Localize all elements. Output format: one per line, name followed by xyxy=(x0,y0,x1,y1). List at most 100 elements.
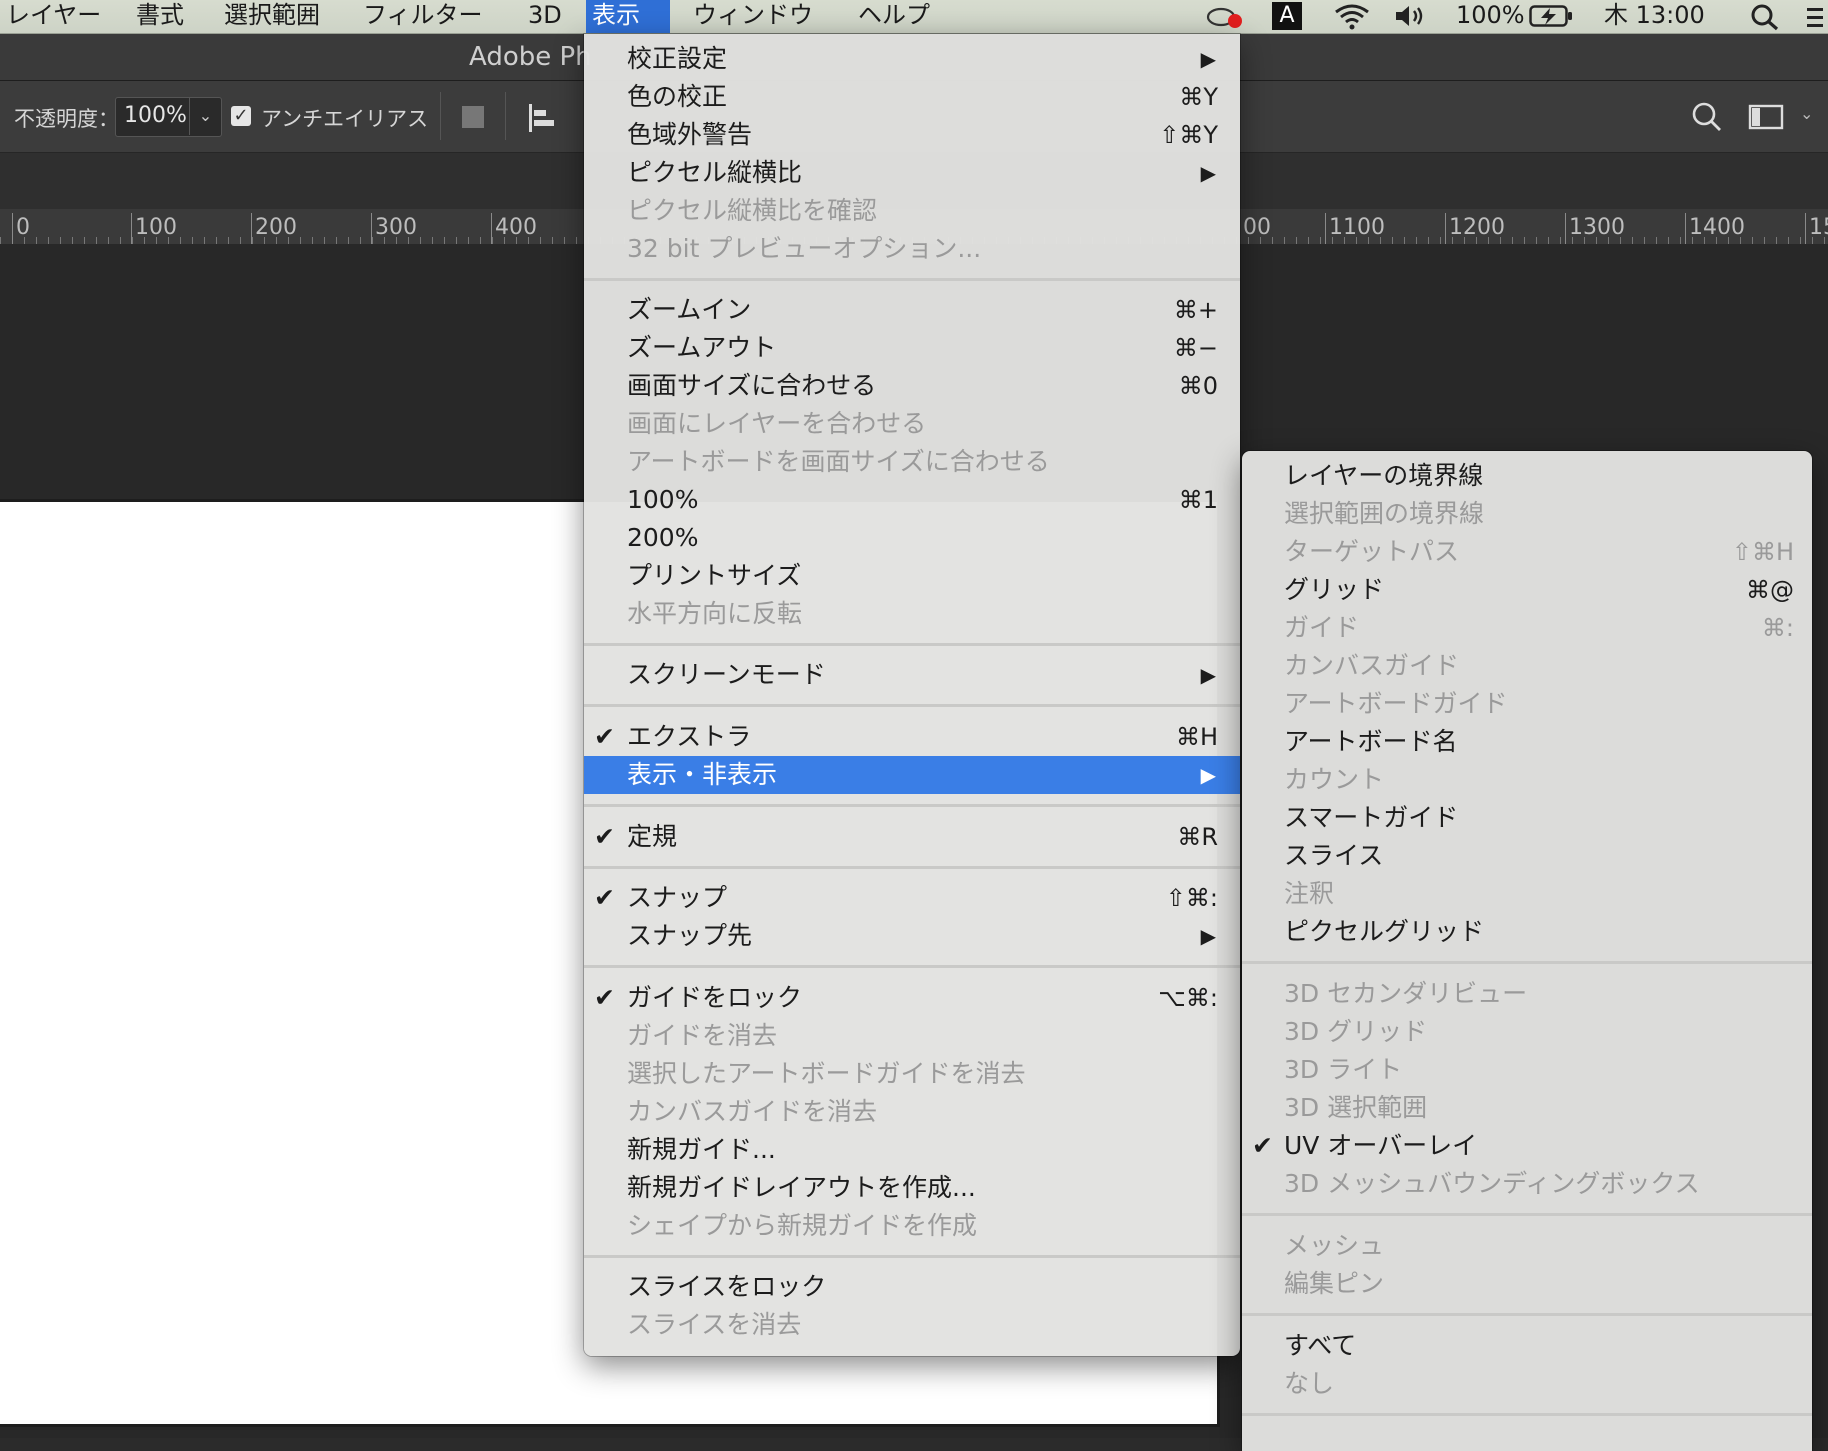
submenu-item-artboard-names[interactable]: アートボード名 xyxy=(1242,723,1812,761)
menu-item-label: アートボード名 xyxy=(1284,727,1458,756)
menubar-item-3d[interactable]: 3D xyxy=(522,0,568,33)
submenu-item-layer-edges[interactable]: レイヤーの境界線 xyxy=(1242,457,1812,495)
submenu-arrow-icon: ▶ xyxy=(1200,663,1216,687)
submenu-item-all[interactable]: すべて xyxy=(1242,1327,1812,1365)
submenu-item-smart-guides[interactable]: スマートガイド xyxy=(1242,799,1812,837)
ruler-major-tick xyxy=(1565,213,1566,244)
menu-item-shortcut: ⌘+ xyxy=(1173,296,1218,324)
menu-separator xyxy=(584,704,1240,707)
workspace-layout-icon[interactable] xyxy=(1748,103,1784,131)
submenu-item-count: カウント xyxy=(1242,761,1812,799)
menubar-item-select[interactable]: 選択範囲 xyxy=(218,0,326,33)
opacity-value[interactable]: 100% xyxy=(124,103,187,128)
menu-item-100-percent[interactable]: 100% ⌘1 xyxy=(584,481,1240,519)
opacity-dropdown-chevron-icon[interactable]: ⌄ xyxy=(189,97,221,135)
menu-item-label: 色の校正 xyxy=(627,82,728,111)
menu-item-label: ピクセル縦横比 xyxy=(627,158,803,187)
align-left-icon[interactable] xyxy=(525,101,559,135)
submenu-item-grid[interactable]: グリッド ⌘@ xyxy=(1242,571,1812,609)
menubar-item-view[interactable]: 表示 xyxy=(586,0,670,33)
ruler-major-tick xyxy=(491,213,492,244)
submenu-item-pixel-grid[interactable]: ピクセルグリッド xyxy=(1242,913,1812,951)
menu-item-snap-to[interactable]: スナップ先 ▶ xyxy=(584,917,1240,955)
menu-separator xyxy=(1242,1213,1812,1216)
menu-item-shortcut: ⌘0 xyxy=(1178,372,1218,400)
submenu-item-edit-pins: 編集ピン xyxy=(1242,1265,1812,1303)
menubar-item-help[interactable]: ヘルプ xyxy=(852,0,936,33)
menu-item-proof-setup[interactable]: 校正設定 ▶ xyxy=(584,40,1240,78)
menu-item-label: ズームアウト xyxy=(627,333,777,362)
submenu-item-uv-overlay[interactable]: ✔ UV オーバーレイ xyxy=(1242,1127,1812,1165)
menu-item-label: すべて xyxy=(1284,1331,1357,1360)
ruler-major-tick xyxy=(131,213,132,244)
submenu-item-slices[interactable]: スライス xyxy=(1242,837,1812,875)
menu-item-screen-mode[interactable]: スクリーンモード ▶ xyxy=(584,656,1240,694)
menu-item-shortcut: ⌘H xyxy=(1175,723,1218,751)
volume-icon[interactable] xyxy=(1393,3,1431,36)
menu-item-snap[interactable]: ✔ スナップ ⇧⌘: xyxy=(584,879,1240,917)
menu-item-label: ターゲットパス xyxy=(1284,537,1460,566)
menu-item-gamut-warning[interactable]: 色域外警告 ⇧⌘Y xyxy=(584,116,1240,154)
clock[interactable]: 木 13:00 xyxy=(1604,0,1705,33)
menu-item-label: 3D セカンダリビュー xyxy=(1284,979,1528,1008)
menu-item-new-guide[interactable]: 新規ガイド... xyxy=(584,1131,1240,1169)
menu-item-label: 3D メッシュバウンディングボックス xyxy=(1284,1169,1700,1198)
submenu-item-none: なし xyxy=(1242,1365,1812,1403)
fill-swatch[interactable] xyxy=(462,106,484,128)
menu-item-label: グリッド xyxy=(1284,575,1385,604)
menu-item-print-size[interactable]: プリントサイズ xyxy=(584,557,1240,595)
menubar-item-layer[interactable]: レイヤー xyxy=(0,0,107,33)
menu-item-label: スライスを消去 xyxy=(627,1310,802,1339)
spotlight-search-icon[interactable] xyxy=(1750,3,1780,36)
submenu-item-3d-selection: 3D 選択範囲 xyxy=(1242,1089,1812,1127)
menu-item-zoom-in[interactable]: ズームイン ⌘+ xyxy=(584,291,1240,329)
ruler-label: 400 xyxy=(495,215,537,240)
workspace-chevron-down-icon[interactable]: ⌄ xyxy=(1800,104,1813,123)
antialias-checkbox[interactable]: ✓ xyxy=(231,106,251,126)
menu-item-label: 新規ガイドレイアウトを作成... xyxy=(627,1173,976,1202)
menu-item-extras[interactable]: ✔ エクストラ ⌘H xyxy=(584,718,1240,756)
menu-item-label: 選択したアートボードガイドを消去 xyxy=(627,1059,1026,1088)
menu-item-label: スナップ xyxy=(627,883,728,912)
opacity-label: 不透明度： xyxy=(14,107,119,131)
menu-item-flip-horizontal: 水平方向に反転 xyxy=(584,595,1240,633)
menubar-item-type[interactable]: 書式 xyxy=(130,0,190,33)
menu-item-rulers[interactable]: ✔ 定規 ⌘R xyxy=(584,818,1240,856)
menu-separator xyxy=(1242,1313,1812,1316)
menubar-item-window[interactable]: ウィンドウ xyxy=(687,0,819,33)
submenu-item-artboard-guides: アートボードガイド xyxy=(1242,685,1812,723)
menubar-item-filter[interactable]: フィルター xyxy=(357,0,489,33)
ruler-label: 0 xyxy=(16,215,30,240)
menu-item-label: ズームイン xyxy=(627,295,752,324)
menu-item-label: スライスをロック xyxy=(627,1272,827,1301)
checkmark-icon: ✔ xyxy=(594,983,615,1012)
menu-item-shortcut: ⌘R xyxy=(1177,823,1218,851)
submenu-arrow-icon: ▶ xyxy=(1200,924,1216,948)
creative-cloud-icon[interactable] xyxy=(1205,4,1243,37)
menu-item-lock-guides[interactable]: ✔ ガイドをロック ⌥⌘: xyxy=(584,979,1240,1017)
menu-item-label: 選択範囲の境界線 xyxy=(1284,499,1485,528)
search-icon[interactable] xyxy=(1690,100,1724,134)
menu-item-pixel-aspect-ratio[interactable]: ピクセル縦横比 ▶ xyxy=(584,154,1240,192)
ruler-label: 1400 xyxy=(1689,215,1745,240)
menu-item-new-guide-layout[interactable]: 新規ガイドレイアウトを作成... xyxy=(584,1169,1240,1207)
menu-item-label: 32 bit プレビューオプション... xyxy=(627,234,982,263)
menu-item-lock-slices[interactable]: スライスをロック xyxy=(584,1268,1240,1306)
antialias-label: アンチエイリアス xyxy=(261,107,429,131)
menu-item-shortcut: ⌘@ xyxy=(1746,576,1794,604)
battery-charging-icon[interactable] xyxy=(1529,4,1573,37)
menu-item-32bit-preview-options: 32 bit プレビューオプション... xyxy=(584,230,1240,268)
menu-item-fit-on-screen[interactable]: 画面サイズに合わせる ⌘0 xyxy=(584,367,1240,405)
menu-item-label: 色域外警告 xyxy=(627,120,753,149)
menu-item-label: 定規 xyxy=(627,822,678,851)
submenu-arrow-icon: ▶ xyxy=(1200,47,1216,71)
input-method-icon[interactable]: A xyxy=(1272,2,1302,30)
menu-item-zoom-out[interactable]: ズームアウト ⌘− xyxy=(584,329,1240,367)
menu-item-200-percent[interactable]: 200% xyxy=(584,519,1240,557)
menu-item-shortcut: ⌘: xyxy=(1761,614,1794,642)
wifi-icon[interactable] xyxy=(1332,2,1372,35)
menu-item-show[interactable]: 表示・非表示 ▶ xyxy=(584,756,1240,794)
menu-item-proof-colors[interactable]: 色の校正 ⌘Y xyxy=(584,78,1240,116)
ruler-major-tick xyxy=(12,213,13,244)
menu-item-label: 編集ピン xyxy=(1284,1269,1385,1298)
